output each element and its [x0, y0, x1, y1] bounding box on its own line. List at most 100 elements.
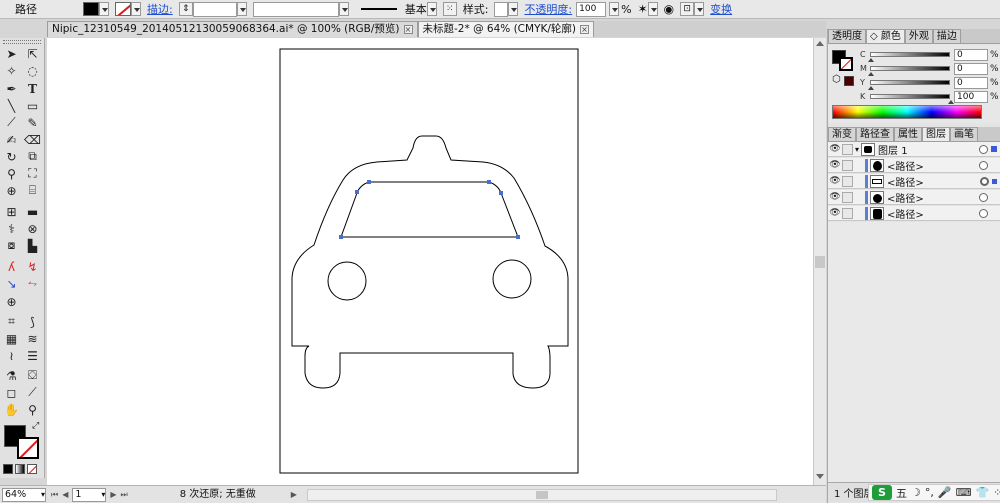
- target-circle-icon[interactable]: [979, 144, 988, 154]
- magic-wand-icon[interactable]: ✧: [3, 63, 20, 78]
- tab-gradient[interactable]: 渐变: [828, 127, 856, 141]
- document-tab-nipic[interactable]: Nipic_12310549_20140512130059068364.ai* …: [47, 21, 418, 37]
- black-value[interactable]: 100: [954, 90, 988, 103]
- layer-row-path-2[interactable]: 👁 <路径>: [828, 174, 1000, 189]
- variable-width-field[interactable]: [252, 1, 339, 17]
- layer-row-layer1[interactable]: 👁 ▾ 图层 1: [828, 142, 1000, 157]
- lock-toggle[interactable]: [842, 159, 853, 171]
- select-similar-dropdown[interactable]: [647, 2, 658, 16]
- color-stroke-swatch[interactable]: [839, 57, 853, 71]
- visibility-eye-icon[interactable]: 👁: [828, 144, 842, 154]
- target-circle-icon[interactable]: [979, 192, 988, 202]
- black-slider[interactable]: K 100%: [860, 90, 999, 104]
- tab-appearance[interactable]: 外观: [904, 29, 933, 43]
- color-spectrum[interactable]: [832, 105, 982, 119]
- width-tool-icon[interactable]: ⚲: [3, 166, 20, 181]
- next-artboard-icon[interactable]: ▶: [110, 490, 116, 499]
- column-graph-icon[interactable]: ▙: [24, 238, 41, 253]
- stroke-weight-stepper[interactable]: ⇕: [178, 2, 193, 16]
- paint-bucket-icon[interactable]: ⛋: [24, 368, 41, 383]
- opacity-dropdown[interactable]: [609, 2, 620, 16]
- stroke-swatch[interactable]: [115, 2, 131, 16]
- last-artboard-icon[interactable]: ⏭: [121, 490, 128, 500]
- tab-transparency[interactable]: 透明度: [828, 29, 866, 43]
- transform-link[interactable]: 变换: [710, 1, 732, 17]
- shape-builder-icon[interactable]: ⊕: [3, 183, 20, 198]
- mesh-tool-icon[interactable]: ⊞: [3, 204, 20, 219]
- cyan-slider[interactable]: C 0%: [860, 48, 999, 62]
- lock-toggle[interactable]: [842, 143, 853, 155]
- vertical-scroll-thumb[interactable]: [815, 256, 825, 268]
- status-info[interactable]: 8 次还原; 无重做: [132, 488, 256, 502]
- multicolor-path-icon[interactable]: ⥊: [24, 276, 41, 291]
- grid-icon[interactable]: ▦: [3, 331, 20, 346]
- visibility-eye-icon[interactable]: 👁: [828, 208, 842, 218]
- web-safe-swatch[interactable]: [844, 76, 854, 86]
- align-icon[interactable]: ⊡: [680, 2, 695, 16]
- red-pen-icon[interactable]: ʎ: [3, 259, 20, 274]
- path-name[interactable]: <路径>: [887, 158, 979, 173]
- lasso-icon[interactable]: ◌: [24, 63, 41, 78]
- lock-toggle[interactable]: [842, 191, 853, 203]
- pencil-icon[interactable]: ✎: [24, 115, 41, 130]
- rotate-tool-icon[interactable]: ↻: [3, 149, 20, 164]
- vertical-scrollbar[interactable]: [813, 38, 826, 485]
- blue-path-icon[interactable]: ↘: [3, 276, 20, 291]
- scroll-down-arrow-icon[interactable]: [816, 474, 824, 479]
- magenta-slider[interactable]: M 0%: [860, 62, 999, 76]
- gradient-mode-icon[interactable]: [15, 464, 25, 474]
- tab-layers[interactable]: 图层: [922, 127, 950, 141]
- tab-brushes[interactable]: 画笔: [950, 127, 978, 141]
- tab-attributes[interactable]: 属性: [894, 127, 922, 141]
- path-name[interactable]: <路径>: [887, 206, 979, 221]
- zigzag-icon[interactable]: ≀: [3, 348, 20, 363]
- lock-toggle[interactable]: [842, 175, 853, 187]
- swap-icon[interactable]: ⤢: [32, 421, 39, 431]
- warp-icon[interactable]: ≋: [24, 331, 41, 346]
- lock-toggle[interactable]: [842, 207, 853, 219]
- microphone-icon[interactable]: 🎤: [938, 486, 952, 499]
- crosshair-icon[interactable]: ⊕: [3, 294, 20, 309]
- status-menu-arrow-icon[interactable]: ▶: [291, 490, 297, 499]
- visibility-eye-icon[interactable]: 👁: [828, 176, 842, 186]
- none-mode-icon[interactable]: [27, 464, 37, 474]
- variable-width-dropdown[interactable]: [338, 2, 349, 16]
- pen-tool-icon[interactable]: ✒: [3, 81, 20, 96]
- prev-artboard-icon[interactable]: ◀: [62, 490, 68, 499]
- cube-warning-icon[interactable]: ⬡: [832, 74, 841, 85]
- artboard-tool-icon[interactable]: ⌗: [3, 314, 20, 329]
- path-name[interactable]: <路径>: [887, 190, 979, 205]
- direct-selection-tool-icon[interactable]: ⇱: [24, 46, 41, 61]
- brush-dropdown[interactable]: [426, 2, 437, 16]
- visibility-eye-icon[interactable]: 👁: [828, 192, 842, 202]
- horizontal-scroll-thumb[interactable]: [535, 490, 548, 499]
- sogou-logo-icon[interactable]: S: [872, 485, 892, 500]
- artboard-canvas[interactable]: [47, 38, 813, 485]
- layer-row-path-1[interactable]: 👁 <路径>: [828, 158, 1000, 173]
- stroke-dropdown[interactable]: [131, 2, 141, 16]
- keyboard-icon[interactable]: ⌨: [956, 486, 972, 499]
- line-tool-icon[interactable]: ╲: [3, 98, 20, 113]
- scroll-up-arrow-icon[interactable]: [816, 41, 824, 46]
- selection-indicator[interactable]: [992, 178, 997, 184]
- fill-stroke-widget[interactable]: ⤢: [4, 421, 42, 461]
- tab-pathfinder[interactable]: 路径查: [856, 127, 894, 141]
- eraser-icon[interactable]: ⌫: [24, 132, 41, 147]
- document-tab-untitled-2[interactable]: 未标题-2* @ 64% (CMYK/轮廓) ×: [417, 21, 595, 37]
- selected-anchor-points[interactable]: [339, 180, 520, 239]
- type-tool-icon[interactable]: T: [24, 81, 41, 96]
- target-circle-icon[interactable]: [980, 176, 989, 186]
- blend-tool-icon[interactable]: ⊗: [24, 221, 41, 236]
- path-name[interactable]: <路径>: [887, 174, 980, 189]
- fill-swatch[interactable]: [83, 2, 99, 16]
- target-circle-icon[interactable]: [979, 160, 988, 170]
- stroke-weight-field[interactable]: [192, 1, 237, 17]
- tab-stroke[interactable]: 描边: [932, 29, 961, 43]
- blob-brush-icon[interactable]: ✍: [3, 132, 20, 147]
- cyan-value[interactable]: 0: [954, 48, 988, 61]
- selection-indicator[interactable]: [991, 146, 997, 152]
- eyedropper-tool-icon[interactable]: ⚗: [3, 368, 20, 383]
- layer-row-path-4[interactable]: 👁 <路径>: [828, 206, 1000, 221]
- yellow-value[interactable]: 0: [954, 76, 988, 89]
- horizontal-scrollbar[interactable]: [306, 488, 777, 501]
